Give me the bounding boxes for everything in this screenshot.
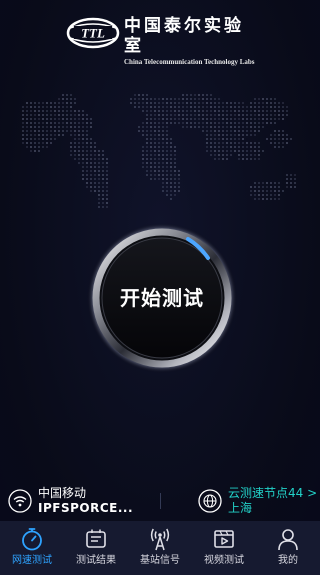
bottom-nav: 网速测试 测试结果 基站信号 视频测试 我的: [0, 521, 320, 575]
info-bar: 中国移动 IPFSPORCE... 云测速节点44 > 上海: [0, 481, 320, 521]
nav-item-video[interactable]: 视频测试: [192, 521, 256, 575]
stopwatch-icon: [22, 528, 42, 551]
nav-label-results: 测试结果: [76, 555, 116, 566]
header: TTL 中国泰尔实验室 China Telecommunication Tech…: [0, 0, 320, 66]
ttl-logo-mark: TTL: [66, 16, 120, 50]
globe-icon[interactable]: [198, 489, 222, 513]
signal-tower-icon: [150, 528, 170, 551]
results-icon: [86, 529, 106, 548]
ttl-logo: TTL 中国泰尔实验室 China Telecommunication Tech…: [66, 16, 256, 66]
profile-icon: [278, 529, 298, 551]
nav-item-speed-test[interactable]: 网速测试: [0, 521, 64, 575]
nav-item-profile[interactable]: 我的: [256, 521, 320, 575]
app-screen: TTL 中国泰尔实验室 China Telecommunication Tech…: [0, 0, 320, 575]
nav-label-speed-test: 网速测试: [12, 555, 52, 566]
logo-mark-text: TTL: [81, 26, 105, 41]
info-divider: [160, 493, 161, 509]
network-operator: 中国移动: [38, 486, 87, 500]
nav-label-profile: 我的: [278, 555, 298, 566]
wifi-icon: [8, 489, 32, 513]
nav-item-results[interactable]: 测试结果: [64, 521, 128, 575]
test-node-city[interactable]: 上海: [228, 500, 252, 516]
nav-label-video: 视频测试: [204, 555, 244, 566]
world-map-background: [22, 94, 296, 208]
logo-en-text: China Telecommunication Technology Labs: [124, 58, 255, 66]
test-node-selector[interactable]: 云测速节点44 >: [228, 485, 317, 501]
nav-label-signal: 基站信号: [140, 555, 180, 566]
network-ssid: IPFSPORCE...: [38, 501, 134, 515]
logo-cn-text: 中国泰尔实验室: [124, 16, 244, 56]
video-icon: [214, 530, 234, 548]
nav-item-signal[interactable]: 基站信号: [128, 521, 192, 575]
start-test-button[interactable]: 开始测试: [86, 284, 238, 312]
